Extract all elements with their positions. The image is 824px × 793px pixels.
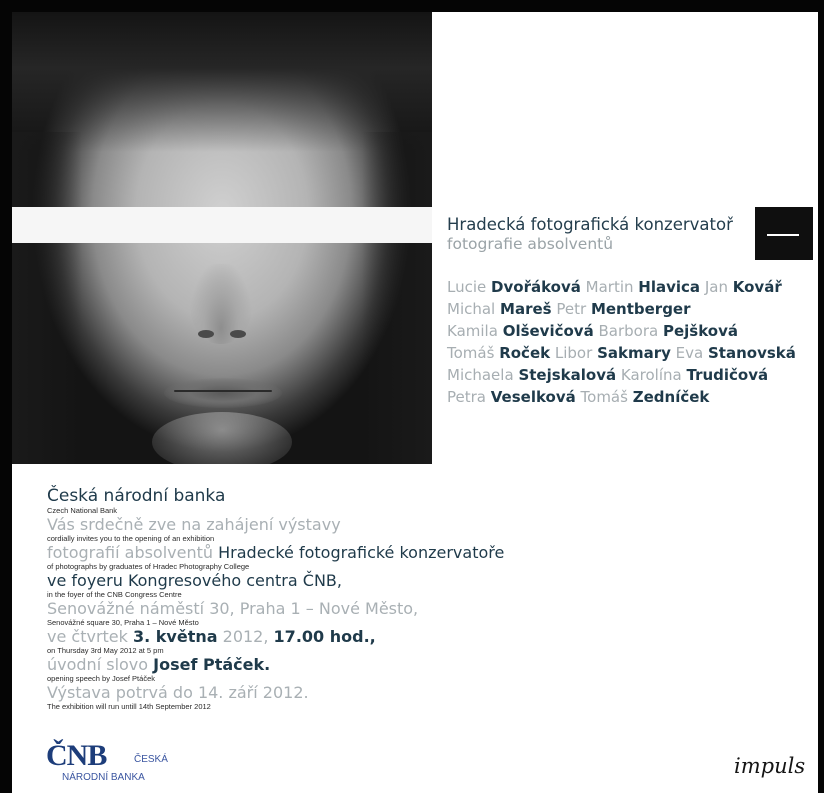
runs-until-en: The exhibition will run untill 14th Sept… (47, 702, 211, 711)
graduates-list: Lucie Dvořáková Martin Hlavica Jan Kovář… (447, 276, 817, 408)
graduate-first-name: Lucie (447, 278, 487, 296)
graduate-first-name: Tomáš (580, 388, 628, 406)
invites-cz: Vás srdečně zve na zahájení výstavy (47, 515, 341, 534)
bank-name-cz: Česká národní banka (47, 486, 226, 506)
date-line-cz: ve čtvrtek 3. května 2012, 17.00 hod., (47, 628, 607, 646)
graduate-last-name: Pejšková (662, 322, 738, 340)
graduate-first-name: Karolína (620, 366, 682, 384)
graduate-first-name: Michal (447, 300, 496, 318)
graduates-line: Petra Veselková Tomáš Zedníček (447, 386, 817, 408)
speech-line-cz: úvodní slovo Josef Ptáček. (47, 656, 607, 674)
graduate-last-name: Stanovská (708, 344, 796, 362)
exhibition-title: Hradecká fotografická konzervatoř (447, 215, 733, 234)
photo-shadow-right (362, 132, 432, 464)
photo-nostril-left (198, 330, 214, 338)
graduate-last-name: Zedníček (632, 388, 710, 406)
address-cz: Senovážné náměstí 30, Praha 1 – Nové Měs… (47, 599, 419, 618)
graduate-first-name: Jan (704, 278, 728, 296)
graduates-line: Tomáš Roček Libor Sakmary Eva Stanovská (447, 342, 817, 364)
graduate-last-name: Stejskalová (518, 366, 617, 384)
photos-cz-school: Hradecké fotografické konzervatoře (218, 543, 505, 562)
graduate-first-name: Barbora (598, 322, 659, 340)
date-cz-year: 2012, (222, 627, 269, 646)
photo-shadow-left (12, 132, 82, 464)
graduates-line: Kamila Olševičová Barbora Pejšková (447, 320, 817, 342)
graduate-first-name: Libor (554, 344, 593, 362)
graduate-first-name: Kamila (447, 322, 498, 340)
photo-nostril-right (230, 330, 246, 338)
graduate-first-name: Petra (447, 388, 486, 406)
graduate-last-name: Hlavica (638, 278, 701, 296)
graduate-last-name: Mentberger (590, 300, 691, 318)
cnb-logo: ČNB ČESKÁ NÁRODNÍ BANKA (46, 739, 168, 784)
graduate-last-name: Dvořáková (491, 278, 581, 296)
date-cz-day: 3. května (133, 627, 218, 646)
photo-white-blindfold-band (12, 207, 432, 243)
dash-icon (767, 234, 799, 236)
graduate-first-name: Martin (585, 278, 634, 296)
venue-cz: ve foyeru Kongresového centra ČNB, (47, 571, 342, 590)
photos-cz-prefix: fotografií absolventů (47, 543, 214, 562)
speech-cz-prefix: úvodní slovo (47, 655, 149, 674)
graduate-last-name: Veselková (490, 388, 576, 406)
date-cz-weekday: ve čtvrtek (47, 627, 128, 646)
frame-top-border (0, 0, 824, 12)
graduate-first-name: Michaela (447, 366, 514, 384)
graduate-last-name: Kovář (732, 278, 782, 296)
cnb-logo-mark: ČNB (46, 739, 107, 772)
exhibition-subtitle: fotografie absolventů (447, 235, 614, 253)
graduate-last-name: Mareš (500, 300, 552, 318)
date-cz-time: 17.00 hod., (273, 627, 376, 646)
graduate-last-name: Trudičová (686, 366, 769, 384)
frame-right-border (818, 0, 824, 793)
graduate-last-name: Sakmary (597, 344, 671, 362)
photo-mouth (164, 378, 282, 408)
graduate-first-name: Petr (556, 300, 587, 318)
impuls-logo: impuls (734, 754, 806, 778)
photo-hair-shadow (12, 12, 432, 152)
black-square-logo (755, 207, 813, 260)
graduate-last-name: Roček (499, 344, 551, 362)
graduates-line: Michaela Stejskalová Karolína Trudičová (447, 364, 817, 386)
graduate-first-name: Eva (675, 344, 704, 362)
graduates-line: Michal Mareš Petr Mentberger (447, 298, 817, 320)
speech-cz-speaker: Josef Ptáček. (153, 655, 271, 674)
portrait-photo (12, 12, 432, 464)
graduates-line: Lucie Dvořáková Martin Hlavica Jan Kovář (447, 276, 817, 298)
frame-left-border (0, 0, 12, 793)
photo-chin (152, 412, 292, 464)
photo-lip-line (174, 390, 272, 392)
runs-until-cz: Výstava potrvá do 14. září 2012. (47, 683, 309, 702)
graduate-first-name: Tomáš (447, 344, 495, 362)
photos-line-cz: fotografií absolventů Hradecké fotografi… (47, 544, 607, 562)
cnb-logo-line2: NÁRODNÍ BANKA (62, 772, 145, 783)
invitation-block: Česká národní banka Czech National Bank … (47, 486, 607, 712)
graduate-last-name: Olševičová (502, 322, 594, 340)
cnb-logo-line1: ČESKÁ (134, 754, 168, 765)
